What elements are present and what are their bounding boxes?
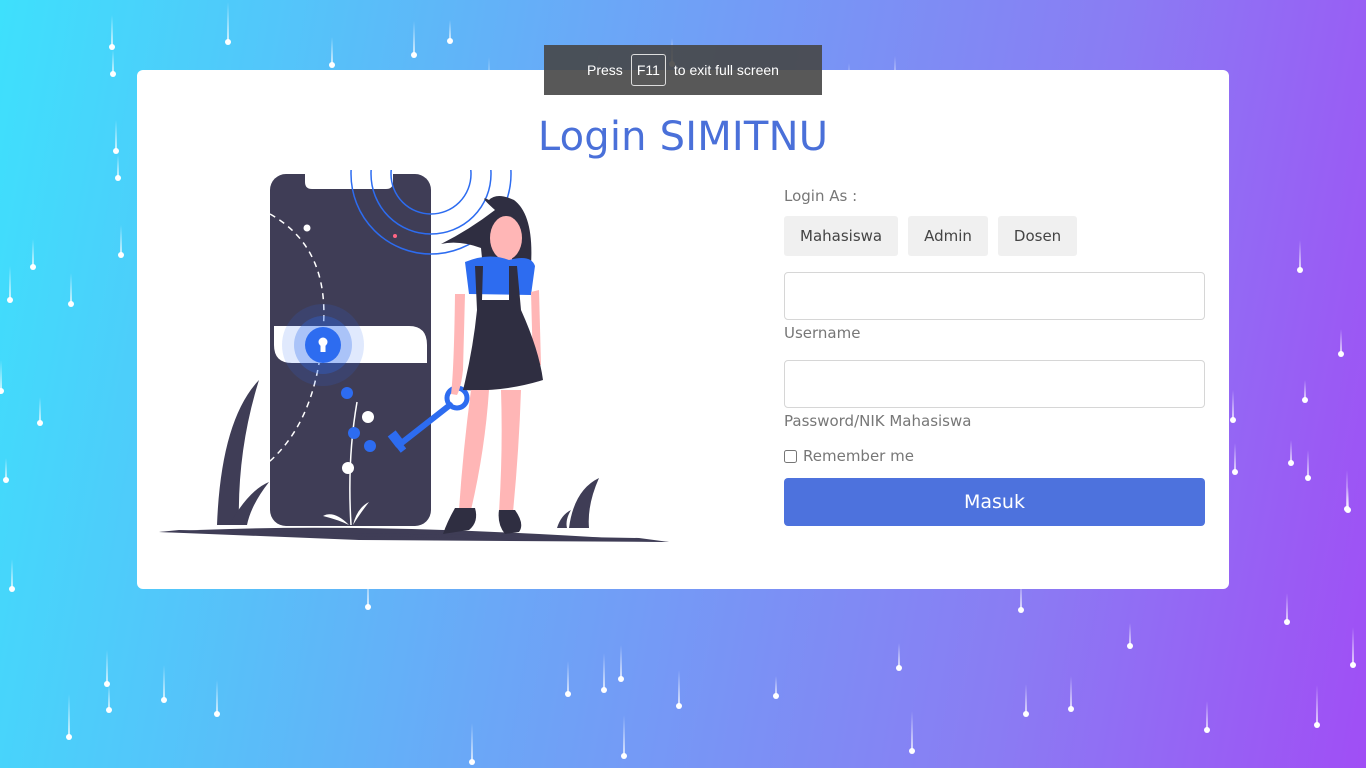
rain-drop	[37, 397, 43, 426]
remember-me-row[interactable]: Remember me	[784, 446, 1205, 466]
username-label: Username	[784, 324, 861, 342]
password-input[interactable]	[784, 360, 1205, 408]
login-card: Login SIMITNU Login As: Mahasiswa Admin…	[137, 70, 1229, 589]
rain-drop	[9, 559, 15, 592]
remember-me-checkbox[interactable]	[784, 449, 797, 463]
login-as-label: Login As :	[784, 187, 858, 205]
rain-drop	[1127, 623, 1133, 649]
rain-drop	[1345, 487, 1351, 513]
rain-drop	[104, 650, 110, 687]
rain-drop	[1230, 390, 1236, 423]
rain-drop	[1314, 685, 1320, 728]
rain-drop	[896, 643, 902, 671]
masuk-button[interactable]: Masuk	[784, 478, 1205, 526]
rain-drop	[0, 360, 4, 394]
toast-prefix: Press	[587, 62, 623, 78]
fullscreen-toast: Press F11 to exit full screen	[544, 45, 822, 95]
rain-drop	[109, 15, 115, 50]
grass-right-short	[557, 510, 571, 528]
rain-drop	[618, 645, 624, 682]
rain-drop	[161, 665, 167, 703]
rain-drop	[773, 676, 779, 699]
rain-drop	[1305, 450, 1311, 481]
rain-drop	[676, 670, 682, 709]
rain-drop	[110, 50, 116, 77]
page-title: Login SIMITNU	[537, 114, 829, 160]
rain-drop	[411, 21, 417, 58]
rain-drop	[214, 680, 220, 717]
remember-me-label: Remember me	[803, 447, 914, 465]
rain-drop	[1302, 380, 1308, 403]
rain-drop	[1288, 440, 1294, 466]
login-form: Login As : Mahasiswa Admin Dosen Usernam…	[784, 186, 1205, 526]
rain-drop	[118, 225, 124, 258]
f11-key-badge: F11	[630, 54, 666, 86]
role-admin-button[interactable]: Admin	[908, 216, 988, 256]
rain-drop	[1204, 701, 1210, 733]
rain-drop	[1297, 240, 1303, 273]
rain-drop	[225, 2, 231, 45]
grass-right-tall	[569, 478, 599, 528]
person-icon	[441, 196, 543, 534]
rain-drop	[621, 715, 627, 759]
login-illustration	[159, 170, 669, 542]
rain-drop	[1232, 443, 1238, 475]
role-selector: Mahasiswa Admin Dosen	[784, 216, 1205, 256]
toast-suffix: to exit full screen	[673, 62, 779, 78]
rain-drop	[329, 37, 335, 68]
rain-drop	[1023, 684, 1029, 717]
role-mahasiswa-button[interactable]: Mahasiswa	[784, 216, 899, 256]
rain-drop	[1068, 676, 1074, 712]
rain-drop	[1284, 593, 1290, 625]
rain-drop	[565, 661, 571, 697]
rain-drop	[469, 723, 475, 765]
rain-drop	[1338, 329, 1344, 357]
rain-drop	[113, 120, 119, 154]
role-dosen-button[interactable]: Dosen	[997, 216, 1078, 256]
rain-drop	[447, 20, 453, 44]
lock-icon	[282, 304, 364, 386]
rain-drop	[68, 273, 74, 307]
rain-drop	[66, 694, 72, 740]
rain-drop	[115, 155, 121, 181]
rain-drop	[106, 685, 112, 713]
username-input[interactable]	[784, 272, 1205, 320]
rain-drop	[7, 266, 13, 303]
rain-drop	[30, 239, 36, 270]
password-label: Password/NIK Mahasiswa	[784, 412, 972, 430]
rain-drop	[3, 458, 9, 483]
rain-drop	[601, 653, 607, 693]
rain-drop	[1350, 627, 1356, 668]
rain-drop	[909, 711, 915, 754]
